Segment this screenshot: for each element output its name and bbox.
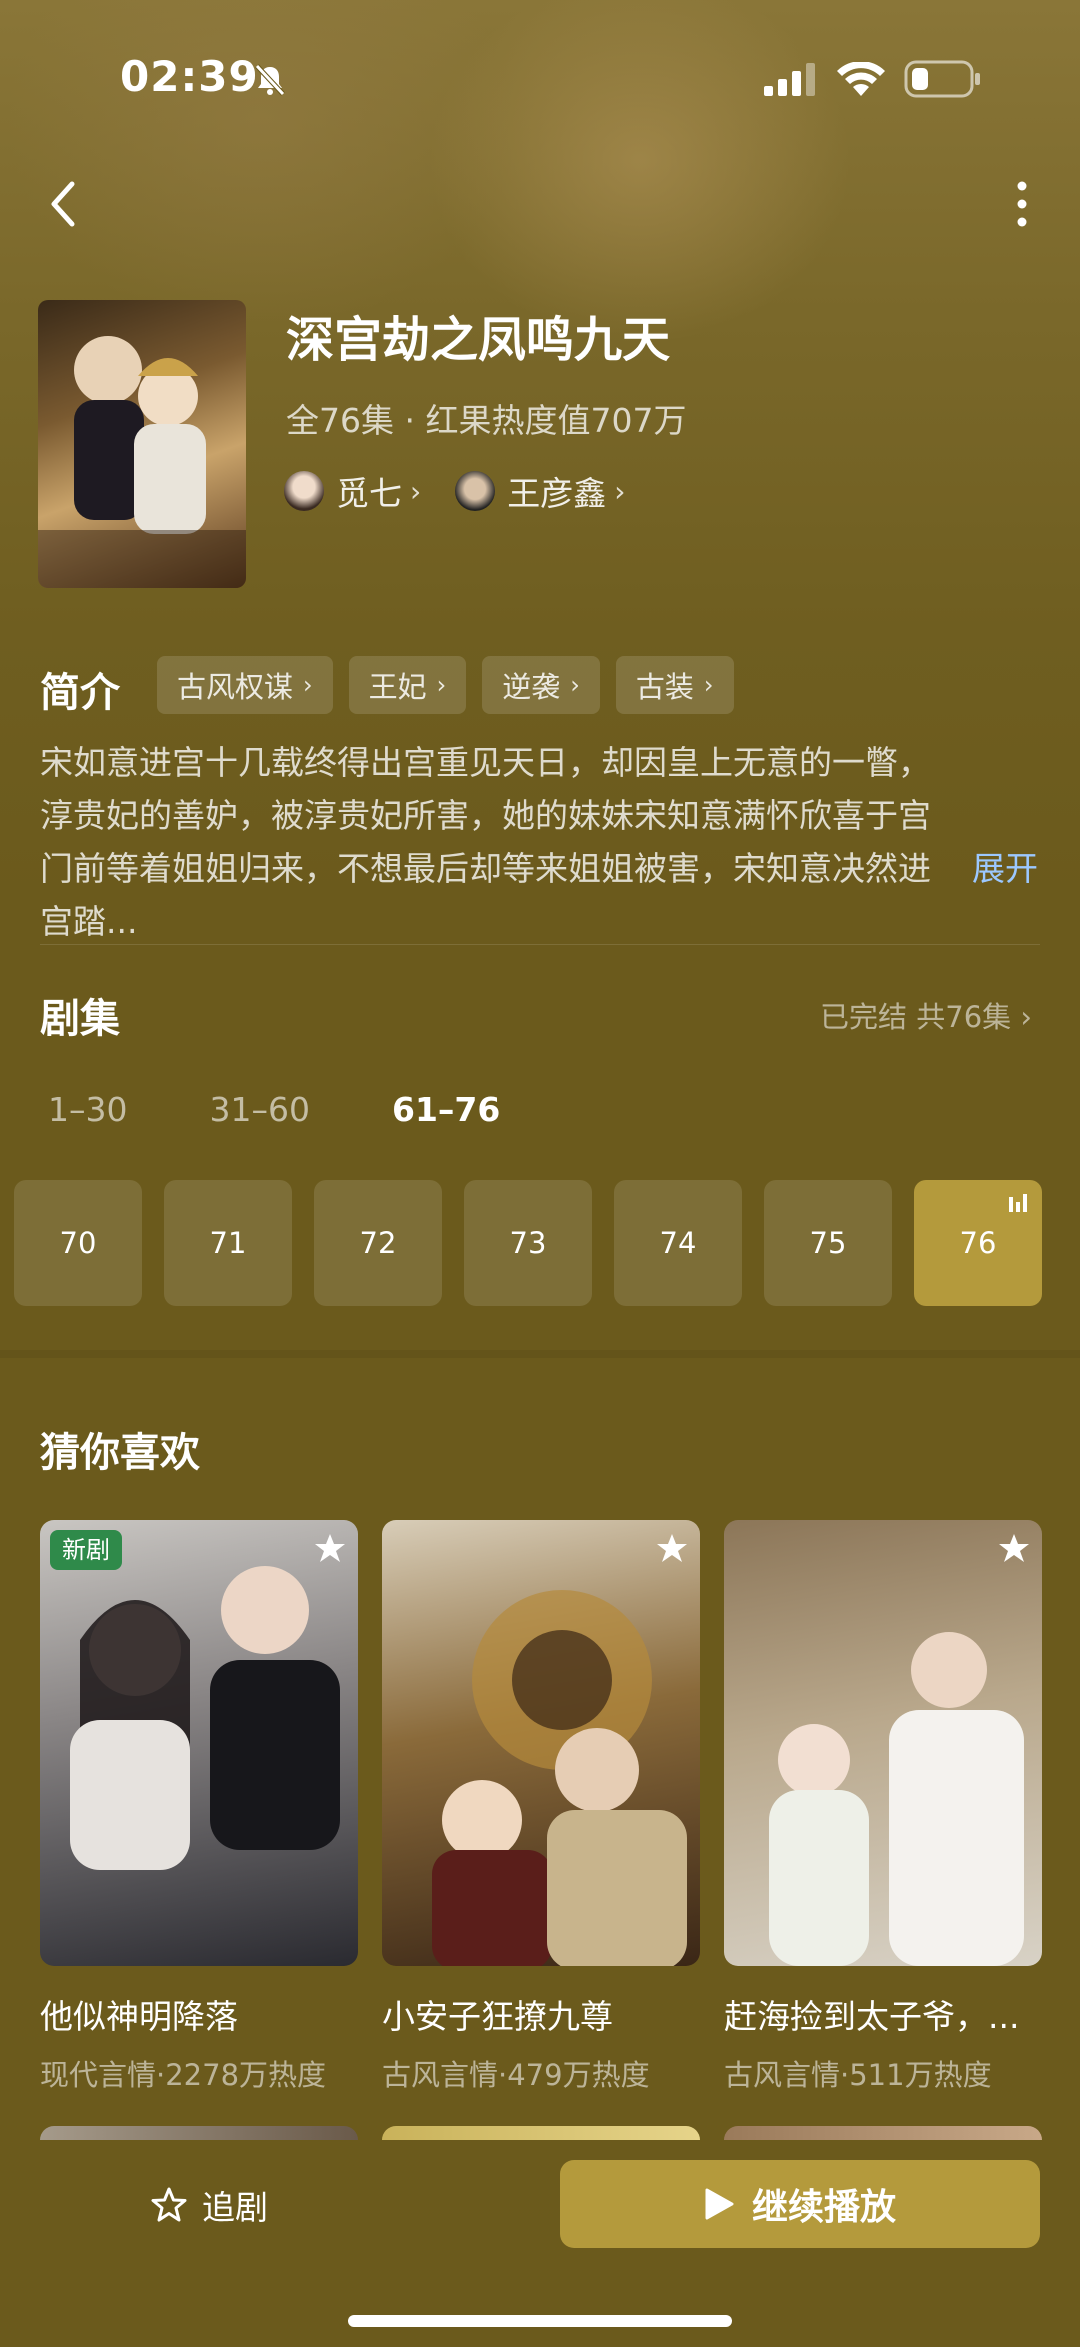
recommendation-title: 他似神明降落 xyxy=(40,1997,238,2036)
new-badge: 新剧 xyxy=(50,1530,122,1570)
star-filled-icon[interactable] xyxy=(656,1532,688,1564)
recommendation-cover xyxy=(382,1520,700,1966)
show-title: 深宫劫之凤鸣九天 xyxy=(286,312,671,368)
episodes-status: 已完结 共76集 xyxy=(820,1000,1012,1034)
episode-button[interactable]: 70 xyxy=(14,1180,142,1306)
genre-tag[interactable]: 古装 › xyxy=(615,656,734,714)
range-tab[interactable]: 31–60 xyxy=(210,1090,310,1129)
expand-link[interactable]: 展开 xyxy=(972,842,1038,895)
cover-artwork xyxy=(70,1566,340,1870)
avatar xyxy=(455,471,496,511)
follow-label: 追剧 xyxy=(202,2188,268,2227)
poster-artwork xyxy=(38,336,246,588)
recommendation-subtitle: 古风言情·511万热度 xyxy=(724,2058,992,2092)
chevron-right-icon: › xyxy=(303,671,313,699)
episodes-status-link[interactable]: 已完结 共76集 › xyxy=(820,994,1032,1036)
star-filled-icon[interactable] xyxy=(314,1532,346,1564)
continue-play-label: 继续播放 xyxy=(751,2187,896,2228)
chevron-right-icon: › xyxy=(410,474,422,508)
recommendations-grid: 新剧 他似神明降落 现代言情·2278万热度 小安子狂撩九尊 古风言情·479万… xyxy=(40,1520,1066,2094)
status-bar: 02:39 xyxy=(0,48,1080,108)
chevron-right-icon: › xyxy=(703,671,714,699)
cover-artwork xyxy=(769,1632,1024,1966)
divider xyxy=(40,944,1040,945)
section-separator xyxy=(0,1350,1080,1358)
episode-list: 70 71 72 73 74 75 76 xyxy=(14,1180,1064,1306)
episode-button[interactable]: 75 xyxy=(764,1180,892,1306)
chevron-right-icon: › xyxy=(614,474,626,508)
range-tab[interactable]: 1–30 xyxy=(48,1090,128,1129)
recommendation-subtitle: 现代言情·2278万热度 xyxy=(40,2058,327,2092)
cast-name: 王彦鑫 xyxy=(507,474,607,513)
back-chevron-icon[interactable] xyxy=(40,176,88,232)
recommendation-card[interactable]: 赶海捡到太子爷，... 古风言情·511万热度 xyxy=(724,1520,1042,2094)
cover-artwork xyxy=(432,1590,687,1966)
tag-label: 逆袭 xyxy=(502,670,561,704)
episode-button[interactable]: 72 xyxy=(314,1180,442,1306)
range-tab-active[interactable]: 61–76 xyxy=(392,1090,500,1129)
recommendation-card[interactable]: 新剧 他似神明降落 现代言情·2278万热度 xyxy=(40,1520,358,2094)
avatar xyxy=(284,471,324,511)
chevron-right-icon: › xyxy=(1020,1000,1032,1034)
status-time: 02:39 xyxy=(120,52,259,101)
bell-muted-icon xyxy=(255,64,285,96)
wifi-icon xyxy=(837,62,885,96)
star-filled-icon[interactable] xyxy=(998,1532,1030,1564)
recommendation-card[interactable]: 小安子狂撩九尊 古风言情·479万热度 xyxy=(382,1520,700,2094)
chevron-right-icon: › xyxy=(436,671,447,699)
cast-name: 觅七 xyxy=(336,474,402,513)
follow-button[interactable]: 追剧 xyxy=(150,2170,268,2240)
show-meta: 全76集 · 红果热度值707万 xyxy=(286,401,687,440)
episodes-heading: 剧集 xyxy=(40,996,120,1042)
recommendation-title: 小安子狂撩九尊 xyxy=(382,1997,613,2036)
tag-label: 古装 xyxy=(635,670,694,704)
now-playing-icon xyxy=(1009,1194,1027,1212)
home-indicator xyxy=(348,2315,732,2327)
recommendation-subtitle: 古风言情·479万热度 xyxy=(382,2058,650,2092)
star-outline-icon xyxy=(151,2187,187,2222)
episode-number: 76 xyxy=(959,1226,997,1260)
battery-icon xyxy=(904,60,980,98)
tag-label: 古风权谋 xyxy=(177,670,294,704)
tag-label: 王妃 xyxy=(368,670,427,704)
synopsis-text: 宋如意进宫十几载终得出宫重见天日，却因皇上无意的一瞥，淳贵妃的善妒，被淳贵妃所害… xyxy=(40,743,931,941)
cast-item[interactable]: 觅七 › xyxy=(284,467,421,515)
intro-heading: 简介 xyxy=(40,670,120,716)
more-vertical-icon[interactable] xyxy=(1004,176,1040,232)
episode-button-current[interactable]: 76 xyxy=(914,1180,1042,1306)
genre-tags: 古风权谋 › 王妃 › 逆袭 › 古装 › xyxy=(157,656,750,714)
cast-list: 觅七 › 王彦鑫 › xyxy=(284,466,659,516)
cellular-signal-icon xyxy=(764,63,815,96)
continue-play-button[interactable]: 继续播放 xyxy=(560,2160,1040,2248)
recommendation-cover: 新剧 xyxy=(40,1520,358,1966)
genre-tag[interactable]: 逆袭 › xyxy=(482,656,600,714)
recommendation-cover xyxy=(724,1520,1042,1966)
episode-button[interactable]: 74 xyxy=(614,1180,742,1306)
genre-tag[interactable]: 古风权谋 › xyxy=(157,656,333,714)
genre-tag[interactable]: 王妃 › xyxy=(348,656,467,714)
episode-range-tabs: 1–30 31–60 61–76 xyxy=(48,1090,582,1129)
recommendations-heading: 猜你喜欢 xyxy=(40,1430,200,1476)
episode-button[interactable]: 73 xyxy=(464,1180,592,1306)
recommendation-title: 赶海捡到太子爷，... xyxy=(724,1997,1020,2036)
play-icon xyxy=(705,2188,734,2220)
chevron-right-icon: › xyxy=(570,671,580,699)
show-poster[interactable] xyxy=(38,300,246,588)
episode-button[interactable]: 71 xyxy=(164,1180,292,1306)
cast-item[interactable]: 王彦鑫 › xyxy=(455,467,625,515)
